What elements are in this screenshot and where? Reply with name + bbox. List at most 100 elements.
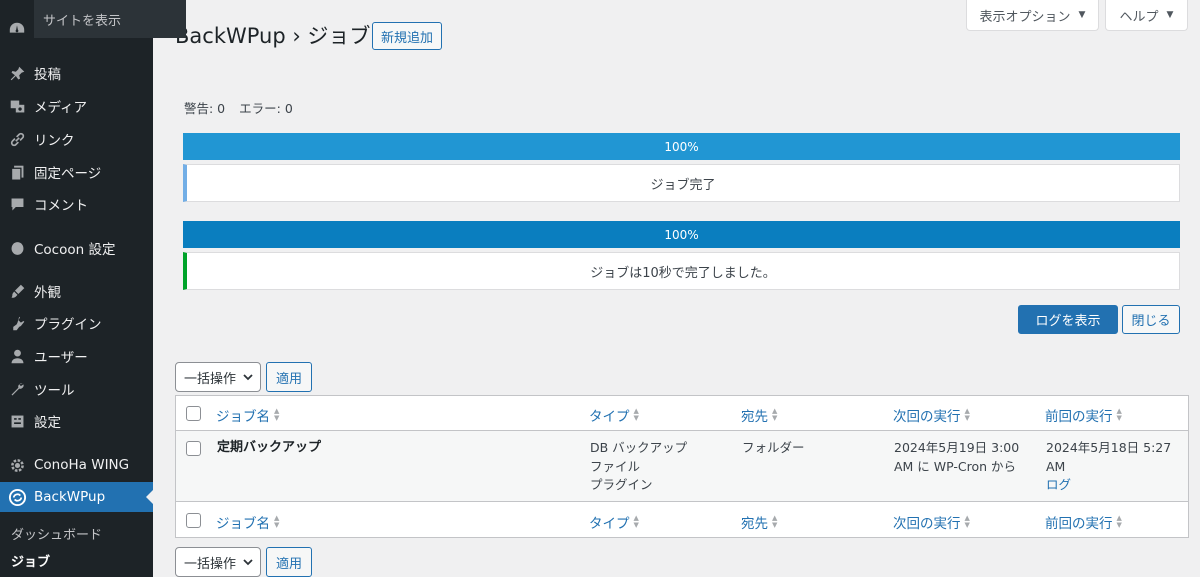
job-message: ジョブは10秒で完了しました。 [183, 252, 1180, 290]
page-icon [0, 164, 34, 181]
job-destination: フォルダー [742, 440, 805, 455]
sort-icon: ▲ ▼ [1116, 514, 1122, 529]
sort-icon: ▲ ▼ [772, 407, 778, 422]
column-destination[interactable]: 宛先 ▲ ▼ [741, 512, 778, 533]
select-all-checkbox[interactable] [186, 513, 201, 528]
sort-icon: ▲ ▼ [1116, 407, 1122, 422]
sidebar-item-appearance[interactable]: 外観 [0, 276, 153, 306]
add-new-button[interactable]: 新規追加 [372, 22, 442, 50]
column-label: タイプ [589, 516, 630, 532]
sidebar-item-links[interactable]: リンク [0, 124, 153, 154]
sort-icon: ▲ ▼ [964, 407, 970, 422]
sidebar-item-plugins[interactable]: プラグイン [0, 308, 153, 338]
column-job-name[interactable]: ジョブ名 ▲ ▼ [216, 512, 279, 533]
sidebar-item-comments[interactable]: コメント [0, 189, 153, 219]
column-label: 宛先 [741, 409, 768, 425]
user-icon [0, 348, 34, 365]
column-label: タイプ [589, 409, 630, 425]
add-new-label: 新規追加 [380, 30, 433, 46]
column-job-name[interactable]: ジョブ名 ▲ ▼ [216, 405, 279, 426]
media-icon [0, 98, 34, 115]
table-header: ジョブ名 ▲ ▼ タイプ ▲ ▼ 宛先 ▲ ▼ 次回の実行 ▲ ▼ 前回の実行 ▲ ▼ [176, 396, 1188, 431]
last-run-line: AM [1046, 458, 1066, 474]
sidebar-item-cocoon[interactable]: Cocoon 設定 [0, 233, 153, 263]
cocoon-icon [0, 240, 34, 257]
column-label: 次回の実行 [893, 516, 961, 532]
apply-label: 適用 [275, 556, 302, 572]
sidebar-item-label: Cocoon 設定 [34, 242, 116, 258]
chevron-down-icon [243, 558, 253, 565]
column-last-run[interactable]: 前回の実行 ▲ ▼ [1045, 405, 1122, 426]
screen-options-button[interactable]: 表示オプション ▼ [966, 0, 1099, 31]
sidebar-item-settings[interactable]: 設定 [0, 406, 153, 436]
column-label: ジョブ名 [216, 409, 270, 425]
sidebar-item-tools[interactable]: ツール [0, 374, 153, 404]
bulk-action-label: 一括操作 [184, 556, 237, 572]
help-button[interactable]: ヘルプ ▼ [1105, 0, 1188, 31]
job-next-run: 2024年5月19日 3:00 AM に WP-Cron から [894, 439, 1019, 476]
next-run-line: AM に WP-Cron から [894, 458, 1017, 474]
last-run-line: 2024年5月18日 5:27 [1046, 440, 1172, 455]
bulk-action-label: 一括操作 [184, 371, 237, 387]
column-label: 宛先 [741, 516, 768, 532]
apply-button[interactable]: 適用 [266, 362, 312, 392]
view-log-label: ログを表示 [1035, 314, 1101, 329]
table-row: 定期バックアップ DB バックアップ ファイル プラグイン フォルダー 2024… [176, 431, 1188, 502]
column-type[interactable]: タイプ ▲ ▼ [589, 405, 639, 426]
sidebar-item-pages[interactable]: 固定ページ [0, 157, 153, 187]
sort-icon: ▲ ▼ [772, 514, 778, 529]
sidebar-item-backwpup[interactable]: BackWPup [0, 482, 153, 512]
column-label: 前回の実行 [1045, 409, 1113, 425]
row-checkbox[interactable] [186, 441, 201, 456]
gear-icon [0, 457, 34, 474]
job-type-line: ファイル [590, 458, 641, 474]
sidebar-item-conoha[interactable]: ConoHa WING [0, 450, 153, 480]
bulk-action-select-bottom[interactable]: 一括操作 [175, 547, 261, 577]
column-last-run[interactable]: 前回の実行 ▲ ▼ [1045, 512, 1122, 533]
backwpup-icon [0, 488, 34, 507]
progress-bar-job: 100% [183, 221, 1180, 248]
pin-icon [0, 65, 34, 82]
jobs-table: ジョブ名 ▲ ▼ タイプ ▲ ▼ 宛先 ▲ ▼ 次回の実行 ▲ ▼ 前回の実行 ▲ ▼ 定期バックア… [175, 395, 1189, 538]
submenu-dashboard[interactable]: ダッシュボード [11, 524, 102, 543]
column-label: 前回の実行 [1045, 516, 1113, 532]
view-log-button[interactable]: ログを表示 [1018, 305, 1118, 334]
sidebar-item-media[interactable]: メディア [0, 91, 153, 121]
submenu-jobs[interactable]: ジョブ [11, 551, 50, 570]
job-last-run: 2024年5月18日 5:27 AM ログ [1046, 439, 1171, 495]
sidebar-item-users[interactable]: ユーザー [0, 341, 153, 371]
error-count: エラー: 0 [239, 101, 293, 116]
job-status-counts: 警告: 0 エラー: 0 [184, 98, 293, 117]
admin-sidebar: サイトを表示 投稿 メディア リンク 固定ページ コメント Cocoon 設定 … [0, 0, 186, 577]
select-all-checkbox[interactable] [186, 406, 201, 421]
step-message-text: ジョブ完了 [650, 177, 716, 193]
column-label: 次回の実行 [893, 409, 961, 425]
progress-bar-step: 100% [183, 133, 1180, 160]
sidebar-item-label: 固定ページ [34, 166, 102, 182]
sidebar-item-label: ConoHa WING [34, 457, 130, 473]
column-next-run[interactable]: 次回の実行 ▲ ▼ [893, 405, 970, 426]
progress-percent: 100% [664, 227, 699, 242]
link-icon [0, 131, 34, 148]
step-message: ジョブ完了 [183, 164, 1180, 202]
bulk-action-select[interactable]: 一括操作 [175, 362, 261, 392]
settings-icon [0, 413, 34, 430]
close-label: 閉じる [1131, 314, 1171, 329]
column-destination[interactable]: 宛先 ▲ ▼ [741, 405, 778, 426]
view-site-tooltip[interactable]: サイトを表示 [34, 0, 186, 38]
comment-icon [0, 196, 34, 213]
log-link[interactable]: ログ [1046, 477, 1071, 492]
sort-icon: ▲ ▼ [633, 514, 639, 529]
column-type[interactable]: タイプ ▲ ▼ [589, 512, 639, 533]
sort-icon: ▲ ▼ [633, 407, 639, 422]
screen-options-label: 表示オプション [979, 9, 1071, 25]
wrench-icon [0, 381, 34, 398]
column-next-run[interactable]: 次回の実行 ▲ ▼ [893, 512, 970, 533]
apply-button-bottom[interactable]: 適用 [266, 547, 312, 577]
job-name[interactable]: 定期バックアップ [217, 439, 321, 458]
sidebar-item-posts[interactable]: 投稿 [0, 58, 153, 88]
view-site-label: サイトを表示 [43, 13, 122, 29]
close-button[interactable]: 閉じる [1122, 305, 1180, 334]
help-label: ヘルプ [1119, 9, 1159, 25]
job-type: DB バックアップ ファイル プラグイン [590, 439, 687, 495]
